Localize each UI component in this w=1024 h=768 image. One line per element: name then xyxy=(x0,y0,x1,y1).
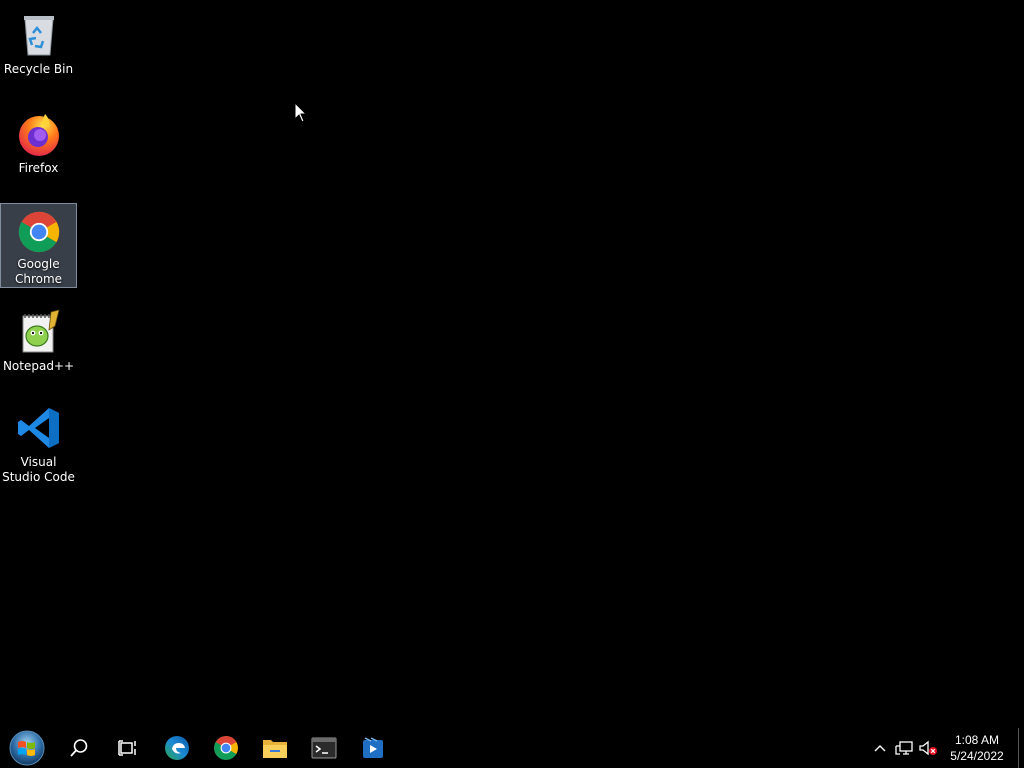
taskbar: 1:08 AM 5/24/2022 xyxy=(0,728,1024,768)
chevron-up-icon xyxy=(874,745,886,752)
desktop-icon-label: Notepad++ xyxy=(2,359,75,373)
network-button[interactable] xyxy=(892,728,916,768)
media-player-icon xyxy=(362,737,383,758)
desktop-icon-firefox[interactable]: Firefox xyxy=(0,103,77,193)
firefox-icon xyxy=(18,114,59,156)
show-desktop-button[interactable] xyxy=(1018,728,1024,768)
desktop-icon-label: Recycle Bin xyxy=(3,62,74,76)
clock[interactable]: 1:08 AM 5/24/2022 xyxy=(942,732,1012,764)
desktop-icon-google-chrome[interactable]: Google Chrome xyxy=(0,203,77,288)
windows-start-orb-icon xyxy=(9,730,45,766)
start-button[interactable] xyxy=(0,728,54,768)
vscode-icon xyxy=(17,408,59,448)
mouse-cursor-icon xyxy=(294,102,308,123)
volume-button[interactable] xyxy=(916,728,940,768)
file-explorer-button[interactable] xyxy=(250,728,299,768)
show-hidden-icons-button[interactable] xyxy=(868,728,892,768)
recycle-bin-icon xyxy=(23,16,54,56)
notepad-plus-plus-icon xyxy=(22,309,60,353)
clock-date: 5/24/2022 xyxy=(950,749,1004,763)
clock-time: 1:08 AM xyxy=(954,733,1000,747)
desktop-icon-label: Firefox xyxy=(18,161,59,175)
desktop-icon-notepad-plus-plus[interactable]: Notepad++ xyxy=(0,301,77,391)
system-tray: 1:08 AM 5/24/2022 xyxy=(868,728,1024,768)
task-view-button[interactable] xyxy=(103,728,152,768)
chrome-button[interactable] xyxy=(201,728,250,768)
desktop-icon-visual-studio-code[interactable]: Visual Studio Code xyxy=(0,397,77,489)
task-view-icon xyxy=(117,740,136,756)
desktop-icon-recycle-bin[interactable]: Recycle Bin xyxy=(0,4,77,94)
media-player-button[interactable] xyxy=(348,728,397,768)
terminal-icon xyxy=(311,737,336,759)
chrome-icon xyxy=(213,736,238,760)
chrome-icon xyxy=(18,211,59,253)
search-icon xyxy=(69,739,87,757)
volume-muted-icon xyxy=(919,740,937,756)
edge-icon xyxy=(164,736,189,760)
desktop-icon-label: Visual Studio Code xyxy=(2,455,75,484)
edge-button[interactable] xyxy=(152,728,201,768)
search-button[interactable] xyxy=(54,728,103,768)
network-icon xyxy=(895,741,913,755)
folder-icon xyxy=(262,740,287,758)
terminal-button[interactable] xyxy=(299,728,348,768)
desktop-icon-label: Google Chrome xyxy=(14,257,63,286)
